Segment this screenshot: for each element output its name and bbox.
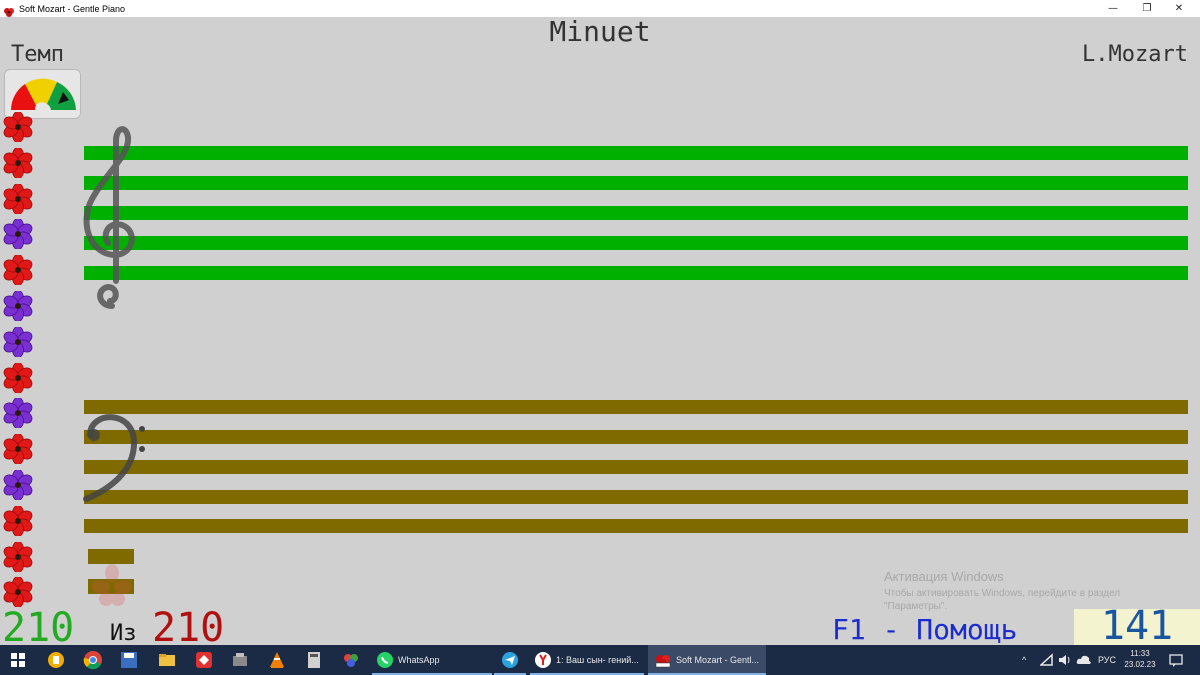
bass-staff-line bbox=[84, 430, 1188, 444]
taskbar-app-label: WhatsApp bbox=[398, 655, 440, 665]
volume-icon[interactable] bbox=[1058, 653, 1072, 667]
telegram-icon bbox=[502, 652, 518, 668]
faded-flower-icon bbox=[92, 564, 132, 606]
red-flower-icon bbox=[3, 577, 33, 608]
help-hint: F1 - Помощь bbox=[832, 613, 1018, 646]
tray-chevron[interactable]: ^ bbox=[1022, 645, 1026, 675]
taskbar-app-telegram[interactable] bbox=[494, 645, 526, 675]
purple-flower-icon bbox=[3, 398, 33, 429]
bass-staff-line bbox=[84, 400, 1188, 414]
onedrive-cloud-icon[interactable] bbox=[1076, 653, 1092, 667]
purple-flower-icon bbox=[3, 470, 33, 500]
taskbar-app-soft-mozart[interactable]: Soft Mozart - Gentl... bbox=[648, 645, 766, 675]
system-clock[interactable]: 11:33 23.02.23 bbox=[1122, 648, 1158, 670]
treble-clef-icon bbox=[83, 126, 135, 309]
red-flower-icon bbox=[3, 362, 33, 393]
treble-staff-line bbox=[84, 146, 1188, 160]
score-canvas: Minuet L.Mozart Темп 210 Из 210 F1 - Пом… bbox=[0, 15, 1200, 651]
red-flower-icon bbox=[3, 541, 33, 572]
chrome-icon[interactable] bbox=[83, 650, 103, 670]
bass-clef-icon bbox=[83, 414, 145, 502]
taskbar-app-label: Soft Mozart - Gentl... bbox=[676, 655, 760, 665]
taskbar-app-whatsapp[interactable]: WhatsApp bbox=[372, 645, 492, 675]
whatsapp-icon bbox=[377, 652, 393, 668]
red-flower-icon bbox=[3, 505, 33, 536]
folder-icon[interactable] bbox=[157, 650, 177, 670]
purple-flower-icon bbox=[3, 219, 33, 250]
anydesk-icon[interactable] bbox=[194, 650, 214, 670]
score-of-label: Из bbox=[110, 621, 137, 646]
purple-flower-icon bbox=[3, 291, 33, 321]
windows-taskbar: WhatsApp 1: Ваш сын- гений... Soft Mozar… bbox=[0, 645, 1200, 675]
windows-activation-watermark: Активация Windows Чтобы активировать Win… bbox=[884, 569, 1120, 613]
bass-staff-line bbox=[84, 460, 1188, 474]
clock-time: 11:33 bbox=[1130, 649, 1150, 658]
red-flower-icon bbox=[3, 147, 33, 178]
taskbar-app-yandex[interactable]: 1: Ваш сын- гений... bbox=[530, 645, 644, 675]
bass-staff-line bbox=[84, 490, 1188, 504]
tempo-label: Темп bbox=[11, 42, 64, 67]
windows-start-icon[interactable] bbox=[8, 650, 28, 670]
file-manager-icon[interactable] bbox=[46, 650, 66, 670]
input-language[interactable]: РУС bbox=[1098, 645, 1116, 675]
mini-staff-bar bbox=[88, 549, 134, 564]
window-title: Soft Mozart - Gentle Piano bbox=[19, 3, 126, 14]
treble-staff-line bbox=[84, 236, 1188, 250]
clock-date: 23.02.23 bbox=[1124, 660, 1156, 669]
watermark-line1: Чтобы активировать Windows, перейдите в … bbox=[884, 588, 1121, 599]
red-flower-icon bbox=[3, 255, 33, 286]
vlc-icon[interactable] bbox=[267, 650, 287, 670]
taskbar-app-label: 1: Ваш сын- гений... bbox=[556, 655, 639, 665]
notification-center-icon[interactable] bbox=[1168, 652, 1184, 668]
yandex-browser-icon bbox=[535, 652, 551, 668]
red-flower-icon bbox=[3, 112, 33, 142]
save-disk-icon[interactable] bbox=[119, 650, 139, 670]
network-icon[interactable] bbox=[1040, 653, 1054, 667]
paint-icon[interactable] bbox=[341, 650, 361, 670]
tool-icon[interactable] bbox=[230, 650, 250, 670]
purple-flower-icon bbox=[3, 326, 33, 357]
watermark-line2: "Параметры". bbox=[884, 601, 948, 612]
treble-staff-line bbox=[84, 176, 1188, 190]
treble-staff-line bbox=[84, 266, 1188, 280]
red-flower-icon bbox=[3, 183, 33, 214]
watermark-title: Активация Windows bbox=[884, 569, 1004, 584]
red-flower-icon bbox=[3, 434, 33, 465]
composer-name: L.Mozart bbox=[1082, 42, 1188, 67]
calculator-icon[interactable] bbox=[304, 650, 324, 670]
piece-title: Minuet bbox=[549, 15, 651, 48]
bass-staff-line bbox=[84, 519, 1188, 533]
soft-mozart-app-icon bbox=[3, 3, 15, 17]
soft-mozart-icon bbox=[655, 655, 671, 668]
treble-staff-line bbox=[84, 206, 1188, 220]
